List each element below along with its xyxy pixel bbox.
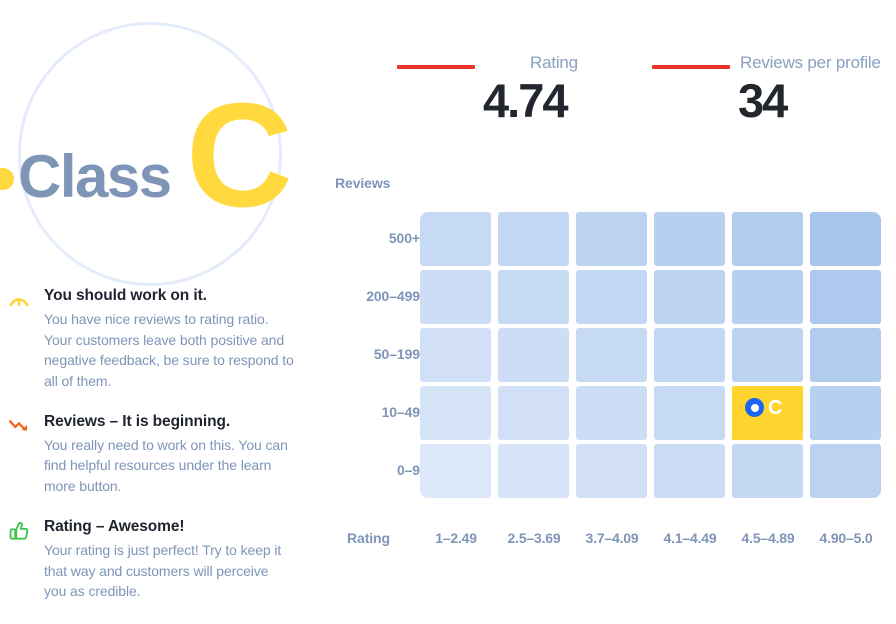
heatmap-cell[interactable] — [732, 270, 803, 324]
feedback-title: Rating – Awesome! — [44, 517, 185, 535]
heatmap-cell[interactable] — [732, 328, 803, 382]
marker-grade-label: C — [768, 397, 783, 419]
heatmap-cell[interactable] — [498, 386, 569, 440]
heatmap-x-tick: 2.5–3.69 — [507, 530, 561, 546]
heatmap-x-tick: 4.1–4.49 — [663, 530, 717, 546]
heatmap-cell[interactable] — [420, 270, 491, 324]
heatmap-cell[interactable] — [654, 328, 725, 382]
heatmap-cell[interactable] — [654, 444, 725, 498]
heatmap-cell[interactable] — [576, 328, 647, 382]
trend-down-icon — [8, 415, 32, 439]
heatmap-cell[interactable] — [420, 328, 491, 382]
heatmap-cell[interactable] — [576, 386, 647, 440]
feedback-title: You should work on it. — [44, 287, 207, 304]
heatmap-cell[interactable] — [654, 386, 725, 440]
heatmap-x-tick: 3.7–4.09 — [585, 530, 639, 546]
heatmap-x-tick: 1–2.49 — [435, 530, 477, 546]
heatmap-cell[interactable] — [810, 328, 881, 382]
heatmap-cell[interactable] — [498, 212, 569, 266]
heatmap-cell[interactable] — [810, 386, 881, 440]
heatmap-cell[interactable] — [420, 386, 491, 440]
heatmap-cell[interactable] — [576, 444, 647, 498]
grade-letter: C — [186, 73, 293, 238]
metric-value: 4.74 — [483, 74, 568, 127]
heatmap-cell-highlighted[interactable]: C — [732, 386, 803, 440]
feedback-list: You should work on it. You have nice rev… — [0, 286, 310, 622]
feedback-item-reviews: Reviews – It is beginning. You really ne… — [0, 412, 310, 497]
heatmap-y-tick: 50–199 — [373, 346, 420, 362]
heatmap-y-tick: 0–9 — [396, 462, 420, 478]
left-panel: Class C You should work on it. You have … — [0, 0, 330, 624]
heatmap-cell[interactable] — [498, 270, 569, 324]
metric-value: 34 — [738, 74, 788, 127]
class-label: Class — [18, 143, 172, 210]
heatmap-cell[interactable] — [810, 270, 881, 324]
heatmap-cell[interactable] — [420, 212, 491, 266]
metric-accent-rule — [397, 65, 475, 69]
heatmap-cell[interactable] — [732, 444, 803, 498]
heatmap-y-tick: 10–49 — [381, 404, 421, 420]
heatmap-cell[interactable] — [654, 270, 725, 324]
heatmap-cell[interactable] — [654, 212, 725, 266]
feedback-item-rating: Rating – Awesome! Your rating is just pe… — [0, 517, 310, 602]
feedback-title: Reviews – It is beginning. — [44, 412, 231, 430]
heatmap-y-tick: 500+ — [388, 230, 420, 246]
heatmap-cell[interactable] — [498, 444, 569, 498]
heatmap-cell[interactable] — [576, 270, 647, 324]
feedback-body: You really need to work on this. You can… — [44, 436, 288, 495]
metrics-row: Rating 4.74 Reviews per profile 34 — [330, 45, 896, 155]
gauge-icon — [8, 289, 32, 313]
class-hero: Class C — [0, 0, 330, 286]
heatmap-x-tick: 4.5–4.89 — [741, 530, 795, 546]
heatmap-y-axis-title: Reviews — [335, 175, 391, 191]
heatmap-cell[interactable] — [810, 212, 881, 266]
decorative-dot — [0, 168, 14, 190]
heatmap-cell[interactable] — [810, 444, 881, 498]
feedback-item-work-on-it: You should work on it. You have nice rev… — [0, 286, 310, 392]
heatmap-y-tick: 200–499 — [366, 288, 420, 304]
heatmap-grid: C — [420, 212, 881, 502]
thumbs-up-icon — [8, 520, 32, 544]
heatmap-x-tick: 4.90–5.0 — [819, 530, 873, 546]
reviews-rating-heatmap: Reviews Rating 500+ 200–499 50–199 10–49 0–9… — [330, 170, 896, 560]
feedback-body: You have nice reviews to rating ratio. Y… — [44, 310, 294, 390]
metric-label: Reviews per profile — [740, 53, 881, 72]
heatmap-cell[interactable] — [576, 212, 647, 266]
heatmap-x-axis-title: Rating — [347, 530, 390, 546]
heatmap-cell[interactable] — [420, 444, 491, 498]
position-marker-icon — [745, 398, 764, 417]
feedback-body: Your rating is just perfect! Try to keep… — [44, 541, 282, 600]
metric-label: Rating — [530, 53, 578, 72]
metric-accent-rule — [652, 65, 730, 69]
heatmap-cell[interactable] — [498, 328, 569, 382]
heatmap-cell[interactable] — [732, 212, 803, 266]
